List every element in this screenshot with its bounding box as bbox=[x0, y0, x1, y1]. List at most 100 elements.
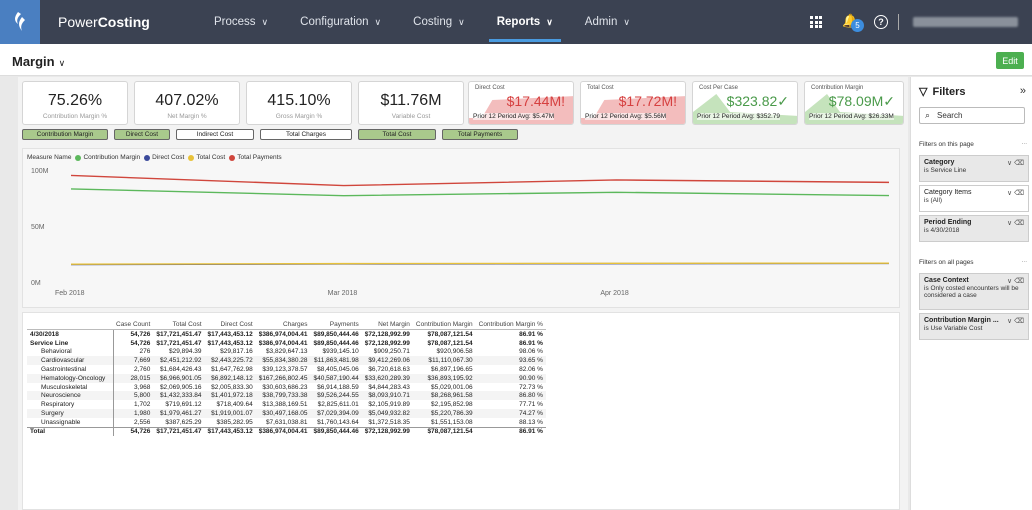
table-cell: $78,087,121.54 bbox=[412, 426, 476, 437]
kpi-value: 415.10% bbox=[267, 92, 331, 109]
column-header[interactable]: Case Count bbox=[113, 319, 154, 330]
report-canvas: 75.26% Contribution Margin % 407.02% Net… bbox=[18, 77, 908, 510]
row-label: Gastrointestinal bbox=[41, 366, 87, 374]
measure-button-total-payments[interactable]: Total Payments bbox=[442, 129, 518, 140]
measure-button-total-charges[interactable]: Total Charges bbox=[260, 129, 352, 140]
filter-card-period-ending[interactable]: Period Ending is 4/30/2018 ∨ ⌫ bbox=[919, 215, 1029, 242]
table-cell: $13,388,169.51 bbox=[262, 401, 308, 409]
table-cell: $1,979,461.27 bbox=[153, 409, 205, 418]
search-icon: ⌕ bbox=[925, 110, 931, 120]
page-header: Margin ∨ Edit bbox=[0, 44, 1032, 76]
row-label: Cardiovascular bbox=[27, 356, 113, 366]
column-header[interactable]: Net Margin bbox=[361, 319, 413, 330]
table-cell: 54,726 bbox=[112, 426, 154, 437]
table-cell: 2,760 bbox=[112, 365, 154, 374]
table-cell: $89,850,444.46 bbox=[310, 426, 362, 437]
column-header[interactable]: Direct Cost bbox=[204, 319, 256, 330]
table-row[interactable]: Hematology-Oncology 28,015 $6,966,901.05 $6… bbox=[27, 373, 546, 383]
y-tick-label: 100M bbox=[31, 168, 49, 175]
table-row[interactable]: Neuroscience 5,800 $1,432,333.84 $1,401,972… bbox=[27, 391, 546, 401]
table-row[interactable]: Surgery 1,980 $1,979,461.27 $1,919,001.07 $3… bbox=[27, 409, 546, 418]
trend-kpi-card: Cost Per Case $323.82✓ Prior 12 Period A… bbox=[692, 81, 798, 125]
alert-icon: ! bbox=[673, 93, 677, 109]
table-row[interactable]: Unassignable 2,556 $387,625.29 $385,282.95 $… bbox=[27, 417, 546, 428]
kpi-card: 75.26% Contribution Margin % bbox=[22, 81, 128, 125]
table-row[interactable]: Musculoskeletal 3,968 $2,069,905.16 $2,005,… bbox=[27, 382, 546, 392]
table-cell: $8,405,045.06 bbox=[317, 366, 359, 374]
app-launcher-icon[interactable] bbox=[810, 16, 822, 28]
table-row[interactable]: Gastrointestinal 2,760 $1,684,426.43 $1,647… bbox=[27, 365, 546, 374]
table-cell: $2,069,905.16 bbox=[159, 383, 202, 391]
measure-button-indirect-cost[interactable]: Indirect Cost bbox=[176, 129, 254, 140]
user-menu[interactable] bbox=[913, 17, 1018, 27]
column-header[interactable]: Total Cost bbox=[153, 319, 205, 330]
filter-expand-icon[interactable]: ∨ ⌫ bbox=[1007, 219, 1024, 227]
table-row[interactable]: Cardiovascular 7,669 $2,451,212.92 $2,443,2… bbox=[27, 356, 546, 366]
nav-admin[interactable]: Admin ∨ bbox=[569, 0, 646, 44]
table-cell: $8,268,961.58 bbox=[412, 391, 476, 401]
page-title[interactable]: Margin ∨ bbox=[12, 54, 65, 69]
more-options-icon[interactable]: ... bbox=[1022, 139, 1027, 146]
filter-card-category-items[interactable]: Category Items is (All) ∨ ⌫ bbox=[919, 185, 1029, 212]
table-row[interactable]: Behavioral 276 $29,894.39 $29,817.16 $3,829,… bbox=[27, 347, 546, 357]
column-header[interactable]: Charges bbox=[255, 319, 311, 330]
alert-icon: ! bbox=[561, 93, 565, 109]
series-line-contribution-margin[interactable] bbox=[70, 188, 890, 197]
table-header-row: Case Count Total Cost Direct Cost Charges Pa… bbox=[27, 319, 546, 330]
filter-expand-icon[interactable]: ∨ ⌫ bbox=[1007, 159, 1024, 167]
table-cell: $9,526,244.55 bbox=[310, 391, 362, 401]
nav-reports[interactable]: Reports ∨ bbox=[481, 0, 569, 44]
nav-process[interactable]: Process ∨ bbox=[198, 0, 284, 44]
check-icon: ✓ bbox=[777, 93, 789, 109]
table-cell: $7,631,038.81 bbox=[265, 418, 308, 426]
filter-expand-icon[interactable]: ∨ ⌫ bbox=[1007, 317, 1024, 325]
filters-search-input[interactable]: ⌕ Search bbox=[919, 107, 1025, 124]
table-row[interactable]: Respiratory 1,702 $719,691.12 $718,409.64 $1… bbox=[27, 400, 546, 410]
filter-expand-icon[interactable]: ∨ ⌫ bbox=[1007, 189, 1024, 197]
table-row[interactable]: Total 54,726 $17,721,451.47 $17,443,453.12 $… bbox=[27, 426, 546, 437]
notifications-bell-icon[interactable]: 🔔 5 bbox=[842, 13, 864, 32]
trend-kpi-value: $78.09M✓ bbox=[828, 93, 895, 109]
table-cell: 3,968 bbox=[112, 382, 154, 392]
row-label: Surgery bbox=[27, 409, 113, 418]
filter-card-category[interactable]: Category is Service Line ∨ ⌫ bbox=[919, 155, 1029, 182]
measure-button-contribution-margin[interactable]: Contribution Margin bbox=[22, 129, 108, 140]
row-label: Hematology-Oncology bbox=[27, 373, 113, 383]
margin-table-panel: Case Count Total Cost Direct Cost Charges Pa… bbox=[22, 312, 900, 510]
series-line-total-payments[interactable] bbox=[70, 174, 890, 187]
filters-page-section-label: Filters on this page... bbox=[919, 139, 1027, 148]
filter-card-case-context[interactable]: Case Context is Only costed encounters w… bbox=[919, 273, 1029, 310]
column-header[interactable]: Payments bbox=[310, 319, 362, 330]
collapse-pane-icon[interactable]: » bbox=[1020, 85, 1026, 97]
table-cell: $17,721,451.47 bbox=[156, 339, 202, 347]
table-cell: $72,128,992.99 bbox=[364, 330, 410, 338]
table-cell: 28,015 bbox=[112, 373, 154, 383]
nav-costing[interactable]: Costing ∨ bbox=[397, 0, 481, 44]
table-cell: 5,800 bbox=[112, 391, 154, 401]
table-row[interactable]: Service Line 54,726 $17,721,451.47 $17,443,… bbox=[27, 338, 546, 348]
table-cell: $17,721,451.47 bbox=[156, 330, 202, 338]
nav-configuration[interactable]: Configuration ∨ bbox=[284, 0, 397, 44]
table-cell: 93.65 % bbox=[475, 356, 546, 366]
table-cell: 86.91 % bbox=[519, 330, 543, 338]
measure-button-total-cost[interactable]: Total Cost bbox=[358, 129, 436, 140]
table-row[interactable]: 4/30/2018 54,726 $17,721,451.47 $17,443,453… bbox=[27, 329, 546, 339]
help-icon[interactable]: ? bbox=[874, 15, 888, 29]
table-cell: $55,834,380.28 bbox=[255, 356, 311, 366]
table-cell: $718,409.64 bbox=[216, 401, 253, 409]
kpi-value: $11.76M bbox=[380, 92, 442, 109]
filter-expand-icon[interactable]: ∨ ⌫ bbox=[1007, 277, 1024, 285]
table-cell: $2,195,852.98 bbox=[431, 401, 473, 409]
table-cell: 88.13 % bbox=[519, 418, 543, 426]
column-header[interactable]: Contribution Margin bbox=[412, 319, 476, 330]
column-header[interactable]: Contribution Margin % bbox=[475, 319, 546, 330]
table-cell: $2,005,833.30 bbox=[211, 383, 253, 391]
table-cell: $3,829,647.13 bbox=[265, 348, 308, 356]
measure-button-direct-cost[interactable]: Direct Cost bbox=[114, 129, 170, 140]
more-options-icon[interactable]: ... bbox=[1022, 257, 1027, 264]
edit-button[interactable]: Edit bbox=[996, 52, 1024, 69]
filter-card-contribution-margin[interactable]: Contribution Margin ... is Use Variable … bbox=[919, 313, 1029, 340]
table-cell: $4,844,283.43 bbox=[368, 383, 410, 391]
column-header[interactable] bbox=[27, 319, 113, 330]
app-logo-icon[interactable] bbox=[0, 0, 40, 44]
